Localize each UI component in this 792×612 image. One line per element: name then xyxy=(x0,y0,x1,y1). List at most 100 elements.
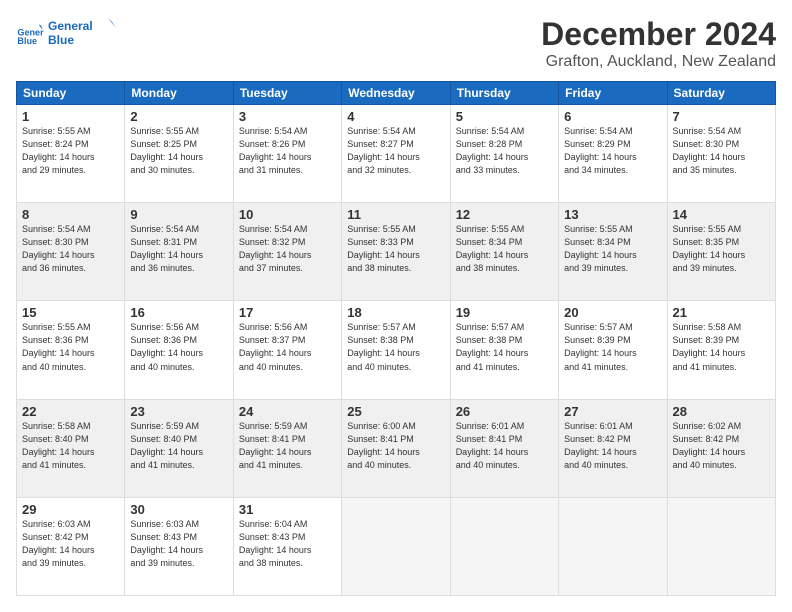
day-number: 3 xyxy=(239,109,336,124)
day-number: 15 xyxy=(22,305,119,320)
table-row: 9Sunrise: 5:54 AM Sunset: 8:31 PM Daylig… xyxy=(125,203,233,301)
day-number: 12 xyxy=(456,207,553,222)
table-row: 22Sunrise: 5:58 AM Sunset: 8:40 PM Dayli… xyxy=(17,399,125,497)
main-title: December 2024 xyxy=(541,16,776,53)
day-info: Sunrise: 6:03 AM Sunset: 8:43 PM Dayligh… xyxy=(130,518,227,570)
title-area: December 2024 Grafton, Auckland, New Zea… xyxy=(541,16,776,71)
day-info: Sunrise: 5:54 AM Sunset: 8:28 PM Dayligh… xyxy=(456,125,553,177)
table-row: 31Sunrise: 6:04 AM Sunset: 8:43 PM Dayli… xyxy=(233,497,341,595)
day-number: 23 xyxy=(130,404,227,419)
day-number: 19 xyxy=(456,305,553,320)
page: General Blue General Blue December 2024 … xyxy=(0,0,792,612)
day-number: 21 xyxy=(673,305,770,320)
day-info: Sunrise: 5:54 AM Sunset: 8:29 PM Dayligh… xyxy=(564,125,661,177)
table-row: 17Sunrise: 5:56 AM Sunset: 8:37 PM Dayli… xyxy=(233,301,341,399)
day-number: 17 xyxy=(239,305,336,320)
day-info: Sunrise: 5:54 AM Sunset: 8:27 PM Dayligh… xyxy=(347,125,444,177)
day-info: Sunrise: 5:55 AM Sunset: 8:35 PM Dayligh… xyxy=(673,223,770,275)
day-info: Sunrise: 5:55 AM Sunset: 8:33 PM Dayligh… xyxy=(347,223,444,275)
day-info: Sunrise: 5:54 AM Sunset: 8:30 PM Dayligh… xyxy=(22,223,119,275)
table-row: 24Sunrise: 5:59 AM Sunset: 8:41 PM Dayli… xyxy=(233,399,341,497)
day-info: Sunrise: 5:56 AM Sunset: 8:37 PM Dayligh… xyxy=(239,321,336,373)
day-number: 8 xyxy=(22,207,119,222)
col-thursday: Thursday xyxy=(450,82,558,105)
svg-text:Blue: Blue xyxy=(17,36,37,46)
day-info: Sunrise: 6:02 AM Sunset: 8:42 PM Dayligh… xyxy=(673,420,770,472)
calendar-row: 1Sunrise: 5:55 AM Sunset: 8:24 PM Daylig… xyxy=(17,105,776,203)
day-number: 31 xyxy=(239,502,336,517)
day-number: 30 xyxy=(130,502,227,517)
calendar-row: 8Sunrise: 5:54 AM Sunset: 8:30 PM Daylig… xyxy=(17,203,776,301)
day-number: 1 xyxy=(22,109,119,124)
day-number: 18 xyxy=(347,305,444,320)
subtitle: Grafton, Auckland, New Zealand xyxy=(541,53,776,71)
table-row: 4Sunrise: 5:54 AM Sunset: 8:27 PM Daylig… xyxy=(342,105,450,203)
day-info: Sunrise: 5:58 AM Sunset: 8:40 PM Dayligh… xyxy=(22,420,119,472)
table-row: 18Sunrise: 5:57 AM Sunset: 8:38 PM Dayli… xyxy=(342,301,450,399)
calendar-row: 15Sunrise: 5:55 AM Sunset: 8:36 PM Dayli… xyxy=(17,301,776,399)
day-number: 7 xyxy=(673,109,770,124)
day-number: 28 xyxy=(673,404,770,419)
table-row: 19Sunrise: 5:57 AM Sunset: 8:38 PM Dayli… xyxy=(450,301,558,399)
day-info: Sunrise: 5:54 AM Sunset: 8:31 PM Dayligh… xyxy=(130,223,227,275)
day-info: Sunrise: 5:57 AM Sunset: 8:38 PM Dayligh… xyxy=(456,321,553,373)
col-tuesday: Tuesday xyxy=(233,82,341,105)
table-row: 23Sunrise: 5:59 AM Sunset: 8:40 PM Dayli… xyxy=(125,399,233,497)
col-wednesday: Wednesday xyxy=(342,82,450,105)
day-info: Sunrise: 5:55 AM Sunset: 8:24 PM Dayligh… xyxy=(22,125,119,177)
day-number: 4 xyxy=(347,109,444,124)
day-info: Sunrise: 5:54 AM Sunset: 8:30 PM Dayligh… xyxy=(673,125,770,177)
table-row xyxy=(450,497,558,595)
day-number: 2 xyxy=(130,109,227,124)
col-monday: Monday xyxy=(125,82,233,105)
day-number: 22 xyxy=(22,404,119,419)
day-info: Sunrise: 5:54 AM Sunset: 8:26 PM Dayligh… xyxy=(239,125,336,177)
table-row: 1Sunrise: 5:55 AM Sunset: 8:24 PM Daylig… xyxy=(17,105,125,203)
table-row: 21Sunrise: 5:58 AM Sunset: 8:39 PM Dayli… xyxy=(667,301,775,399)
table-row: 8Sunrise: 5:54 AM Sunset: 8:30 PM Daylig… xyxy=(17,203,125,301)
day-info: Sunrise: 5:55 AM Sunset: 8:34 PM Dayligh… xyxy=(564,223,661,275)
day-info: Sunrise: 5:56 AM Sunset: 8:36 PM Dayligh… xyxy=(130,321,227,373)
day-number: 29 xyxy=(22,502,119,517)
day-info: Sunrise: 5:55 AM Sunset: 8:36 PM Dayligh… xyxy=(22,321,119,373)
header: General Blue General Blue December 2024 … xyxy=(16,16,776,71)
table-row: 12Sunrise: 5:55 AM Sunset: 8:34 PM Dayli… xyxy=(450,203,558,301)
logo: General Blue General Blue xyxy=(16,16,118,52)
day-number: 11 xyxy=(347,207,444,222)
day-info: Sunrise: 5:55 AM Sunset: 8:34 PM Dayligh… xyxy=(456,223,553,275)
logo-icon: General Blue xyxy=(16,20,44,48)
day-number: 26 xyxy=(456,404,553,419)
day-info: Sunrise: 6:01 AM Sunset: 8:42 PM Dayligh… xyxy=(564,420,661,472)
day-number: 9 xyxy=(130,207,227,222)
day-info: Sunrise: 5:59 AM Sunset: 8:40 PM Dayligh… xyxy=(130,420,227,472)
table-row: 30Sunrise: 6:03 AM Sunset: 8:43 PM Dayli… xyxy=(125,497,233,595)
day-info: Sunrise: 5:55 AM Sunset: 8:25 PM Dayligh… xyxy=(130,125,227,177)
day-info: Sunrise: 5:57 AM Sunset: 8:39 PM Dayligh… xyxy=(564,321,661,373)
calendar-table: Sunday Monday Tuesday Wednesday Thursday… xyxy=(16,81,776,596)
table-row: 28Sunrise: 6:02 AM Sunset: 8:42 PM Dayli… xyxy=(667,399,775,497)
calendar-header-row: Sunday Monday Tuesday Wednesday Thursday… xyxy=(17,82,776,105)
table-row: 11Sunrise: 5:55 AM Sunset: 8:33 PM Dayli… xyxy=(342,203,450,301)
table-row xyxy=(342,497,450,595)
day-info: Sunrise: 5:54 AM Sunset: 8:32 PM Dayligh… xyxy=(239,223,336,275)
table-row: 27Sunrise: 6:01 AM Sunset: 8:42 PM Dayli… xyxy=(559,399,667,497)
day-info: Sunrise: 6:00 AM Sunset: 8:41 PM Dayligh… xyxy=(347,420,444,472)
table-row: 13Sunrise: 5:55 AM Sunset: 8:34 PM Dayli… xyxy=(559,203,667,301)
day-number: 24 xyxy=(239,404,336,419)
calendar-row: 22Sunrise: 5:58 AM Sunset: 8:40 PM Dayli… xyxy=(17,399,776,497)
day-number: 10 xyxy=(239,207,336,222)
day-info: Sunrise: 5:58 AM Sunset: 8:39 PM Dayligh… xyxy=(673,321,770,373)
table-row: 20Sunrise: 5:57 AM Sunset: 8:39 PM Dayli… xyxy=(559,301,667,399)
table-row: 6Sunrise: 5:54 AM Sunset: 8:29 PM Daylig… xyxy=(559,105,667,203)
table-row: 15Sunrise: 5:55 AM Sunset: 8:36 PM Dayli… xyxy=(17,301,125,399)
table-row xyxy=(667,497,775,595)
table-row: 10Sunrise: 5:54 AM Sunset: 8:32 PM Dayli… xyxy=(233,203,341,301)
logo-svg: General Blue xyxy=(48,16,118,52)
day-info: Sunrise: 6:03 AM Sunset: 8:42 PM Dayligh… xyxy=(22,518,119,570)
svg-text:Blue: Blue xyxy=(48,33,74,47)
col-sunday: Sunday xyxy=(17,82,125,105)
day-number: 5 xyxy=(456,109,553,124)
day-info: Sunrise: 5:57 AM Sunset: 8:38 PM Dayligh… xyxy=(347,321,444,373)
table-row: 5Sunrise: 5:54 AM Sunset: 8:28 PM Daylig… xyxy=(450,105,558,203)
calendar-row: 29Sunrise: 6:03 AM Sunset: 8:42 PM Dayli… xyxy=(17,497,776,595)
